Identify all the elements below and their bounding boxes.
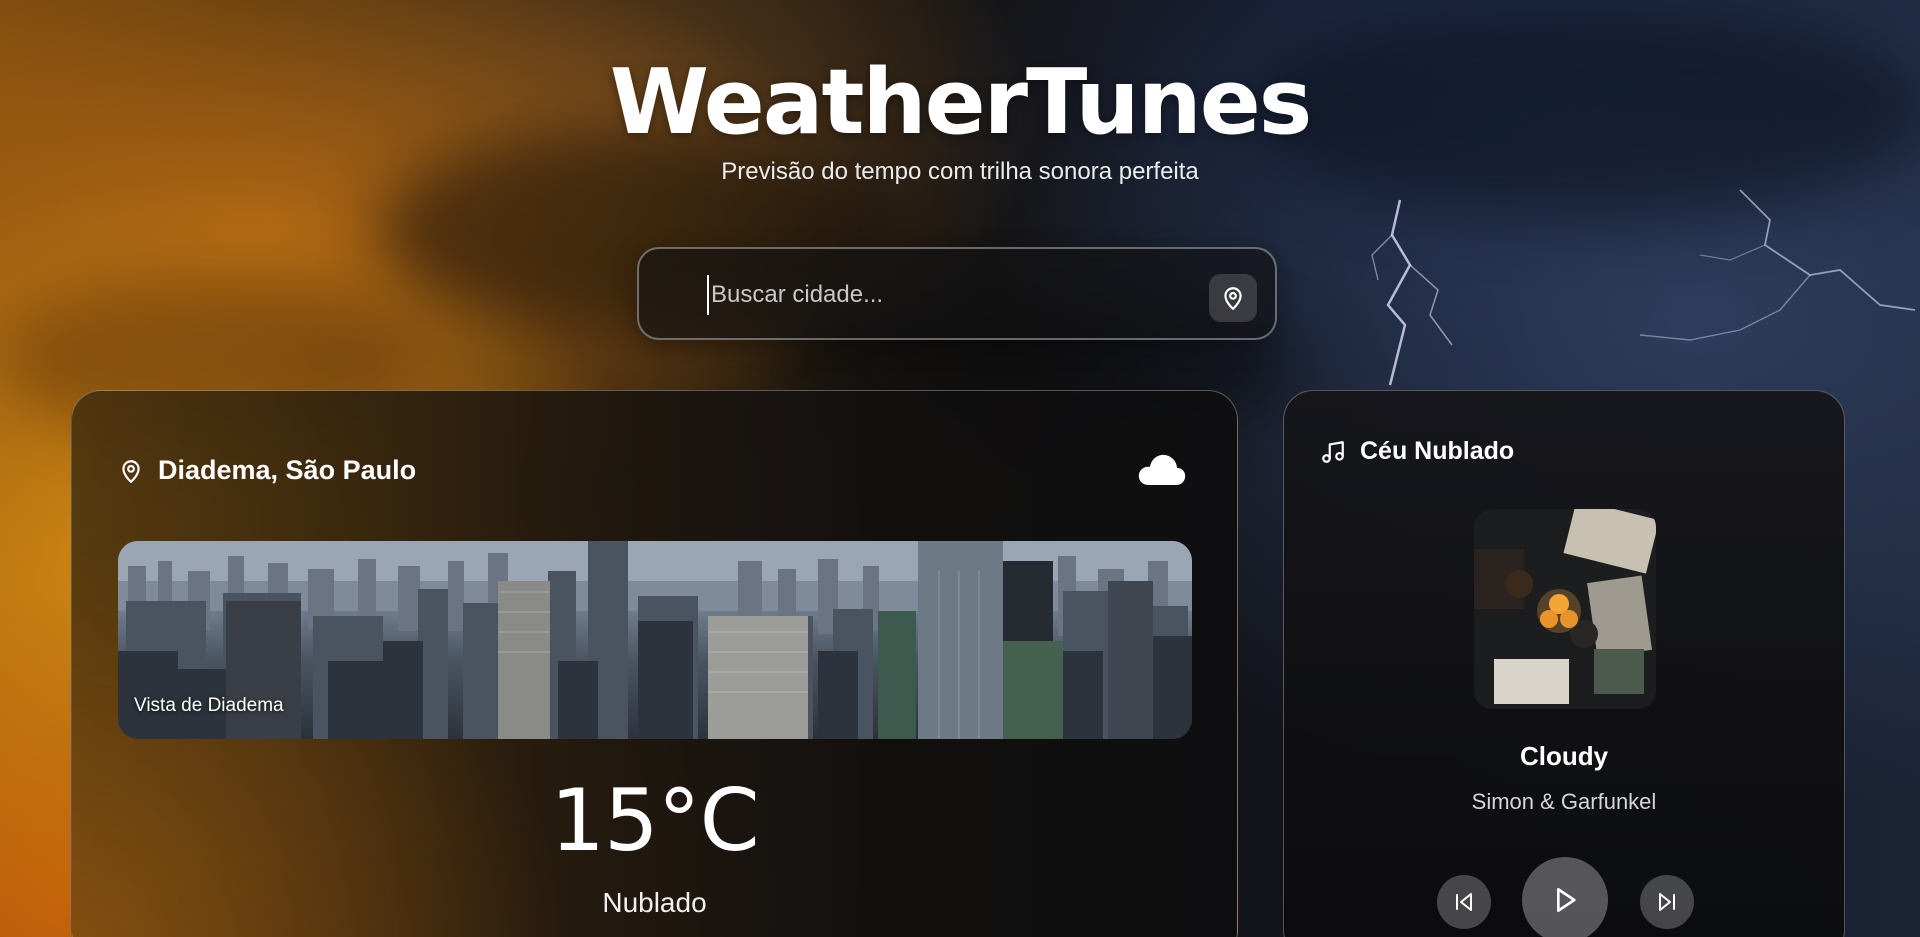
weather-card: Diadema, São Paulo Vista de Diadema 15°C…: [71, 390, 1238, 937]
use-location-button[interactable]: [1209, 274, 1257, 322]
location-name: Diadema, São Paulo: [158, 455, 417, 485]
cloud-icon: [1138, 454, 1186, 485]
map-pin-icon: [122, 459, 140, 483]
playlist-title: Céu Nublado: [1360, 437, 1515, 465]
song-title: Cloudy: [1519, 741, 1609, 771]
city-search-input[interactable]: [707, 275, 1187, 315]
previous-track-button[interactable]: [1437, 875, 1491, 929]
music-note-icon: [1322, 440, 1344, 463]
lightning-right: [1639, 189, 1916, 341]
app-title: WeatherTunes: [609, 50, 1313, 155]
album-cover: [1474, 509, 1656, 709]
skip-forward-icon: [1659, 893, 1675, 911]
play-icon: [1557, 888, 1576, 912]
lightning-left: [1371, 199, 1453, 386]
location-row: Diadema, São Paulo: [118, 455, 416, 486]
photo-caption: Vista de Diadema: [134, 695, 284, 716]
skip-back-icon: [1456, 893, 1472, 911]
map-pin-icon: [1224, 287, 1242, 310]
app-subtitle: Previsão do tempo com trilha sonora perf…: [721, 158, 1199, 185]
temperature: 15°C: [550, 771, 759, 871]
app-header: WeatherTunes Previsão do tempo com trilh…: [0, 48, 1920, 185]
next-track-button[interactable]: [1640, 875, 1694, 929]
album-art-image: [1474, 509, 1656, 709]
weather-condition: Nublado: [602, 887, 707, 918]
play-button[interactable]: [1522, 857, 1608, 937]
song-artist: Simon & Garfunkel: [1471, 789, 1657, 814]
playlist-header: Céu Nublado: [1320, 437, 1514, 466]
music-card: Céu Nublado Cloudy Simon & Garfunkel: [1283, 390, 1845, 937]
city-search-bar: [637, 247, 1277, 340]
city-photo: Vista de Diadema: [118, 541, 1192, 739]
